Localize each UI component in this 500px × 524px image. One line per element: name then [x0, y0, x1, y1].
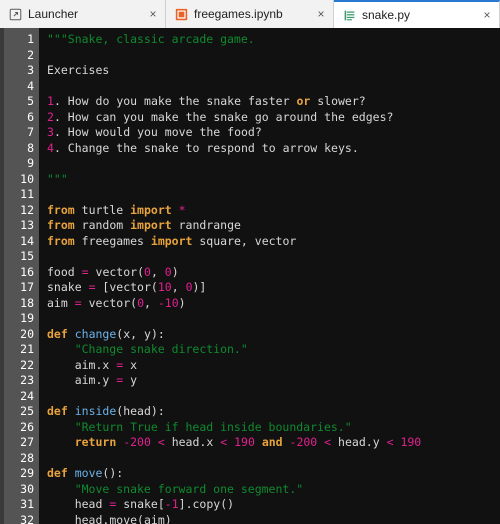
code-line: "Change snake direction." — [47, 342, 248, 356]
tab-label: snake.py — [362, 8, 411, 22]
close-icon[interactable]: × — [127, 7, 159, 21]
line-number: 22 — [20, 357, 34, 372]
close-icon[interactable]: × — [461, 8, 493, 22]
line-number-gutter: 1 2 3 4 5 6 7 8 9 10 11 12 13 14 15 16 17 18 19 20 21 22 23 24 2… — [4, 28, 39, 524]
code-line: "Return True if head inside boundaries." — [47, 419, 352, 434]
line-number: 19 — [20, 311, 34, 325]
line-number: 21 — [20, 342, 34, 356]
line-number: 16 — [20, 264, 34, 279]
code-line: def inside(head): — [47, 404, 165, 418]
code-line: aim = vector(0, -10) — [47, 295, 186, 310]
code-line: Exercises — [47, 63, 110, 77]
tab-freegames-ipynb[interactable]: freegames.ipynb × — [166, 0, 334, 28]
code-line: from turtle import * — [47, 202, 186, 217]
line-number: 25 — [20, 404, 34, 418]
code-line: head = snake[-1].copy() — [74, 497, 235, 511]
code-line: """Snake, classic arcade game. — [47, 32, 255, 46]
line-number: 18 — [20, 295, 34, 310]
code-line: "Move snake forward one segment." — [47, 481, 304, 496]
line-number: 6 — [27, 109, 34, 124]
tab-label: freegames.ipynb — [194, 7, 283, 21]
line-number: 28 — [20, 450, 34, 465]
code-line: 4. Change the snake to respond to arrow … — [47, 140, 359, 155]
code-line: aim.x = x — [74, 357, 138, 372]
code-line: def change(x, y): — [47, 326, 165, 341]
tab-label: Launcher — [28, 7, 79, 21]
line-number: 4 — [27, 78, 34, 93]
code-line: 1. How do you make the snake faster or s… — [47, 94, 366, 108]
code-line: def move(): — [47, 466, 124, 480]
line-number: 27 — [20, 435, 34, 449]
line-number: 11 — [20, 187, 34, 201]
line-number: 17 — [20, 280, 34, 294]
code-line: 3. How would you move the food? — [47, 125, 262, 139]
line-number: 20 — [20, 326, 34, 341]
line-number: 23 — [20, 373, 34, 387]
code-line: snake = [vector(10, 0)] — [47, 280, 207, 294]
code-line: from random import randrange — [47, 218, 241, 232]
line-number: 31 — [20, 497, 34, 511]
line-number: 10 — [20, 171, 34, 186]
code-line: 2. How can you make the snake go around … — [47, 109, 394, 124]
line-number: 1 — [27, 32, 34, 46]
code-line: head.move(aim) — [74, 512, 172, 524]
line-number: 29 — [20, 466, 34, 480]
line-number: 32 — [20, 512, 34, 524]
line-number: 2 — [27, 47, 34, 62]
tab-launcher[interactable]: Launcher × — [0, 0, 166, 28]
code-line: """ — [47, 171, 68, 186]
close-icon[interactable]: × — [295, 7, 327, 21]
line-number: 3 — [27, 63, 34, 77]
line-number: 12 — [20, 202, 34, 217]
line-number: 24 — [20, 388, 34, 403]
code-content[interactable]: """Snake, classic arcade game. Exercises… — [39, 28, 500, 524]
line-number: 5 — [27, 94, 34, 108]
launcher-icon — [8, 7, 22, 21]
line-number: 26 — [20, 419, 34, 434]
line-number: 30 — [20, 481, 34, 496]
line-number: 13 — [20, 218, 34, 232]
tab-bar: Launcher × freegames.ipynb × snake.py × — [0, 0, 500, 28]
line-number: 15 — [20, 249, 34, 263]
code-editor[interactable]: 1 2 3 4 5 6 7 8 9 10 11 12 13 14 15 16 17 18 19 20 21 22 23 24 2… — [0, 28, 500, 524]
code-line: return -200 < head.x < 190 and -200 < he… — [74, 435, 422, 449]
code-line: aim.y = y — [74, 373, 138, 387]
line-number: 7 — [27, 125, 34, 139]
code-line: food = vector(0, 0) — [47, 264, 179, 279]
line-number: 9 — [27, 156, 34, 170]
line-number: 14 — [20, 233, 34, 248]
code-line: from freegames import square, vector — [47, 233, 297, 248]
line-number: 8 — [27, 140, 34, 155]
tab-snake-py[interactable]: snake.py × — [334, 0, 500, 28]
python-file-icon — [342, 8, 356, 22]
notebook-icon — [174, 7, 188, 21]
